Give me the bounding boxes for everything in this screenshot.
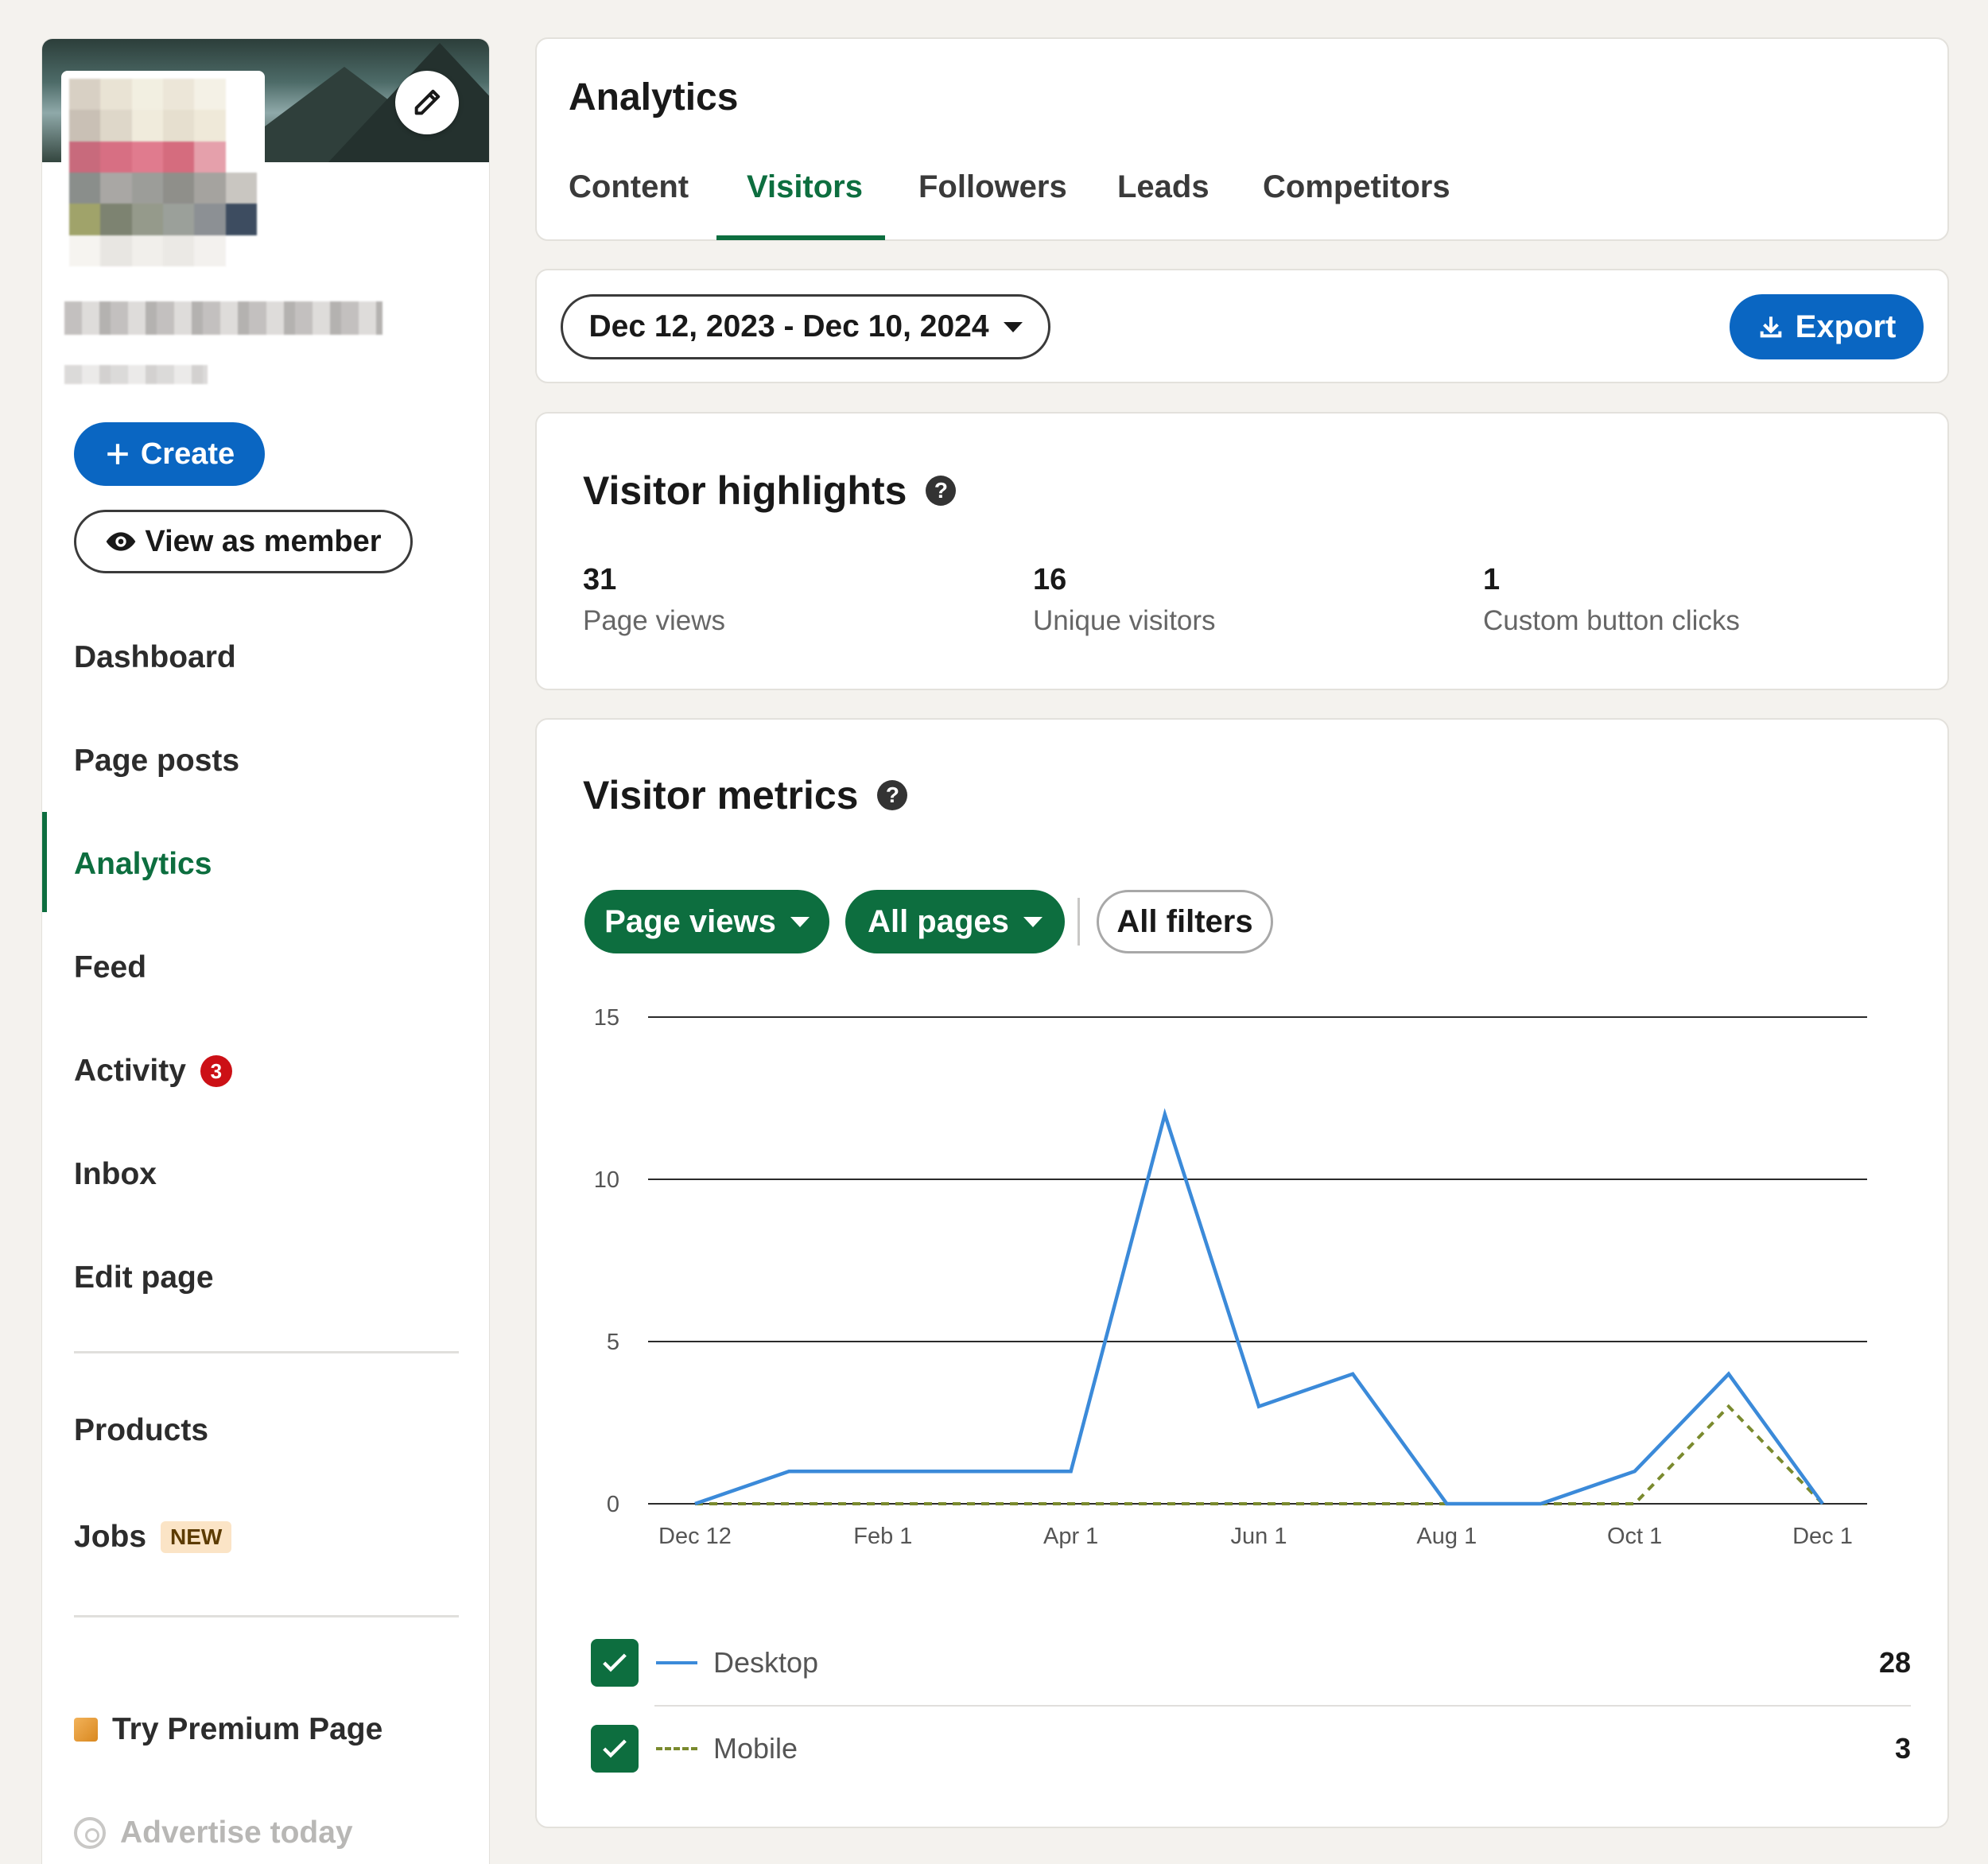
stat-unique-visitors: 16 Unique visitors [1033, 563, 1216, 637]
y-tick-label: 15 [594, 1005, 619, 1031]
stat-value: 1 [1483, 563, 1501, 596]
stat-custom-button-clicks: 1 Custom button clicks [1483, 563, 1740, 637]
highlights-title: Visitor highlights [583, 468, 907, 513]
sidebar-item-jobs[interactable]: Jobs NEW [74, 1520, 232, 1555]
visitor-metrics-chart: 0 5 10 15 Dec 12 Feb 1 Apr 1 Jun 1 Aug 1 Oct 1 Dec… [594, 1005, 1867, 1549]
checkmark-icon [603, 1653, 627, 1672]
stat-value: 16 [1033, 563, 1067, 596]
sidebar-item-analytics[interactable]: Analytics [74, 847, 212, 882]
sidebar-item-inbox[interactable]: Inbox [74, 1157, 157, 1192]
page-subtitle-redacted [64, 365, 208, 384]
stat-label: Page views [583, 605, 725, 636]
desktop-line-swatch [656, 1661, 697, 1664]
sidebar-item-products[interactable]: Products [74, 1413, 208, 1448]
sidebar-item-label: Dashboard [74, 640, 236, 674]
advertise-label: Advertise today [120, 1815, 353, 1850]
legend-divider [654, 1705, 1911, 1707]
tab-visitors[interactable]: Visitors [747, 169, 863, 205]
y-tick-label: 10 [594, 1167, 619, 1193]
advertise-link[interactable]: Advertise today [74, 1815, 353, 1850]
section-heading: Visitor highlights ? [583, 468, 957, 514]
x-tick-label: Apr 1 [1043, 1524, 1098, 1549]
active-tab-indicator [716, 235, 885, 240]
tab-competitors[interactable]: Competitors [1263, 169, 1450, 205]
sidebar-item-label: Page posts [74, 744, 240, 778]
create-button[interactable]: Create [74, 422, 265, 486]
tab-content[interactable]: Content [569, 169, 689, 205]
series-line-desktop[interactable] [694, 1108, 1824, 1506]
create-label: Create [140, 437, 235, 471]
pencil-icon [414, 89, 441, 115]
help-icon[interactable]: ? [926, 476, 957, 506]
date-range-card: Dec 12, 2023 - Dec 10, 2024 Export [535, 269, 1949, 383]
page-sidebar: Create View as member Dashboard Page pos… [41, 38, 490, 1864]
date-range-label: Dec 12, 2023 - Dec 10, 2024 [588, 309, 989, 344]
target-icon [74, 1817, 106, 1849]
y-tick-label: 0 [607, 1492, 619, 1517]
sidebar-item-feed[interactable]: Feed [74, 950, 146, 985]
tab-followers[interactable]: Followers [918, 169, 1067, 205]
analytics-header-card: Analytics Content Visitors Followers Lea… [535, 37, 1949, 241]
export-button[interactable]: Export [1730, 294, 1924, 359]
sidebar-divider [74, 1351, 459, 1353]
eye-icon [107, 532, 136, 551]
sidebar-item-label: Jobs [74, 1520, 147, 1554]
legend-mobile[interactable]: Mobile 3 [591, 1718, 1911, 1779]
stat-value: 31 [583, 563, 617, 596]
page-logo[interactable] [61, 71, 265, 274]
visitor-highlights-card: Visitor highlights ? 31 Page views 16 Un… [535, 412, 1949, 690]
series-line-mobile[interactable] [695, 1404, 1824, 1505]
mobile-line-swatch [656, 1747, 697, 1750]
notification-badge: 3 [200, 1055, 232, 1087]
page-name-redacted [64, 301, 382, 335]
sidebar-divider [74, 1615, 459, 1617]
stat-label: Unique visitors [1033, 605, 1216, 636]
plus-icon [107, 444, 128, 464]
logo-image [69, 79, 257, 266]
legend-label: Mobile [713, 1732, 798, 1765]
sidebar-item-dashboard[interactable]: Dashboard [74, 640, 236, 675]
edit-cover-button[interactable] [395, 71, 459, 134]
legend-total: 3 [1894, 1732, 1911, 1765]
sidebar-item-label: Feed [74, 950, 147, 984]
view-as-member-label: View as member [145, 524, 382, 558]
sidebar-item-activity[interactable]: Activity 3 [74, 1054, 232, 1089]
new-badge: NEW [161, 1521, 232, 1553]
caret-down-icon [1003, 321, 1023, 332]
desktop-checkbox[interactable] [591, 1639, 639, 1687]
premium-icon [74, 1718, 98, 1742]
tab-leads[interactable]: Leads [1117, 169, 1209, 205]
x-tick-label: Oct 1 [1607, 1524, 1662, 1549]
download-icon [1760, 316, 1781, 338]
x-tick-label: Dec 12 [658, 1524, 732, 1549]
x-tick-label: Jun 1 [1231, 1524, 1287, 1549]
sidebar-item-label: Analytics [74, 847, 212, 881]
active-indicator [42, 812, 47, 912]
legend-total: 28 [1878, 1646, 1911, 1679]
sidebar-item-page-posts[interactable]: Page posts [74, 744, 239, 779]
sidebar-item-label: Activity [74, 1054, 186, 1088]
page-title: Analytics [569, 76, 739, 118]
x-tick-label: Aug 1 [1416, 1524, 1477, 1549]
stat-page-views: 31 Page views [583, 563, 725, 637]
mobile-checkbox[interactable] [591, 1725, 639, 1773]
x-tick-label: Dec 1 [1792, 1524, 1853, 1549]
sidebar-item-label: Inbox [74, 1157, 157, 1191]
visitor-metrics-card: Visitor metrics ? Page views All pages A… [535, 718, 1949, 1828]
x-tick-label: Feb 1 [853, 1524, 912, 1549]
try-premium-link[interactable]: Try Premium Page [74, 1712, 382, 1747]
premium-label: Try Premium Page [112, 1712, 383, 1746]
export-label: Export [1795, 309, 1897, 344]
view-as-member-button[interactable]: View as member [74, 510, 413, 573]
legend-desktop[interactable]: Desktop 28 [591, 1633, 1911, 1693]
sidebar-item-label: Products [74, 1413, 209, 1447]
stat-label: Custom button clicks [1483, 605, 1740, 636]
sidebar-item-edit-page[interactable]: Edit page [74, 1260, 214, 1295]
legend-label: Desktop [713, 1646, 819, 1679]
y-tick-label: 5 [607, 1330, 619, 1355]
sidebar-item-label: Edit page [74, 1260, 214, 1295]
date-range-dropdown[interactable]: Dec 12, 2023 - Dec 10, 2024 [561, 294, 1050, 359]
checkmark-icon [603, 1739, 627, 1758]
